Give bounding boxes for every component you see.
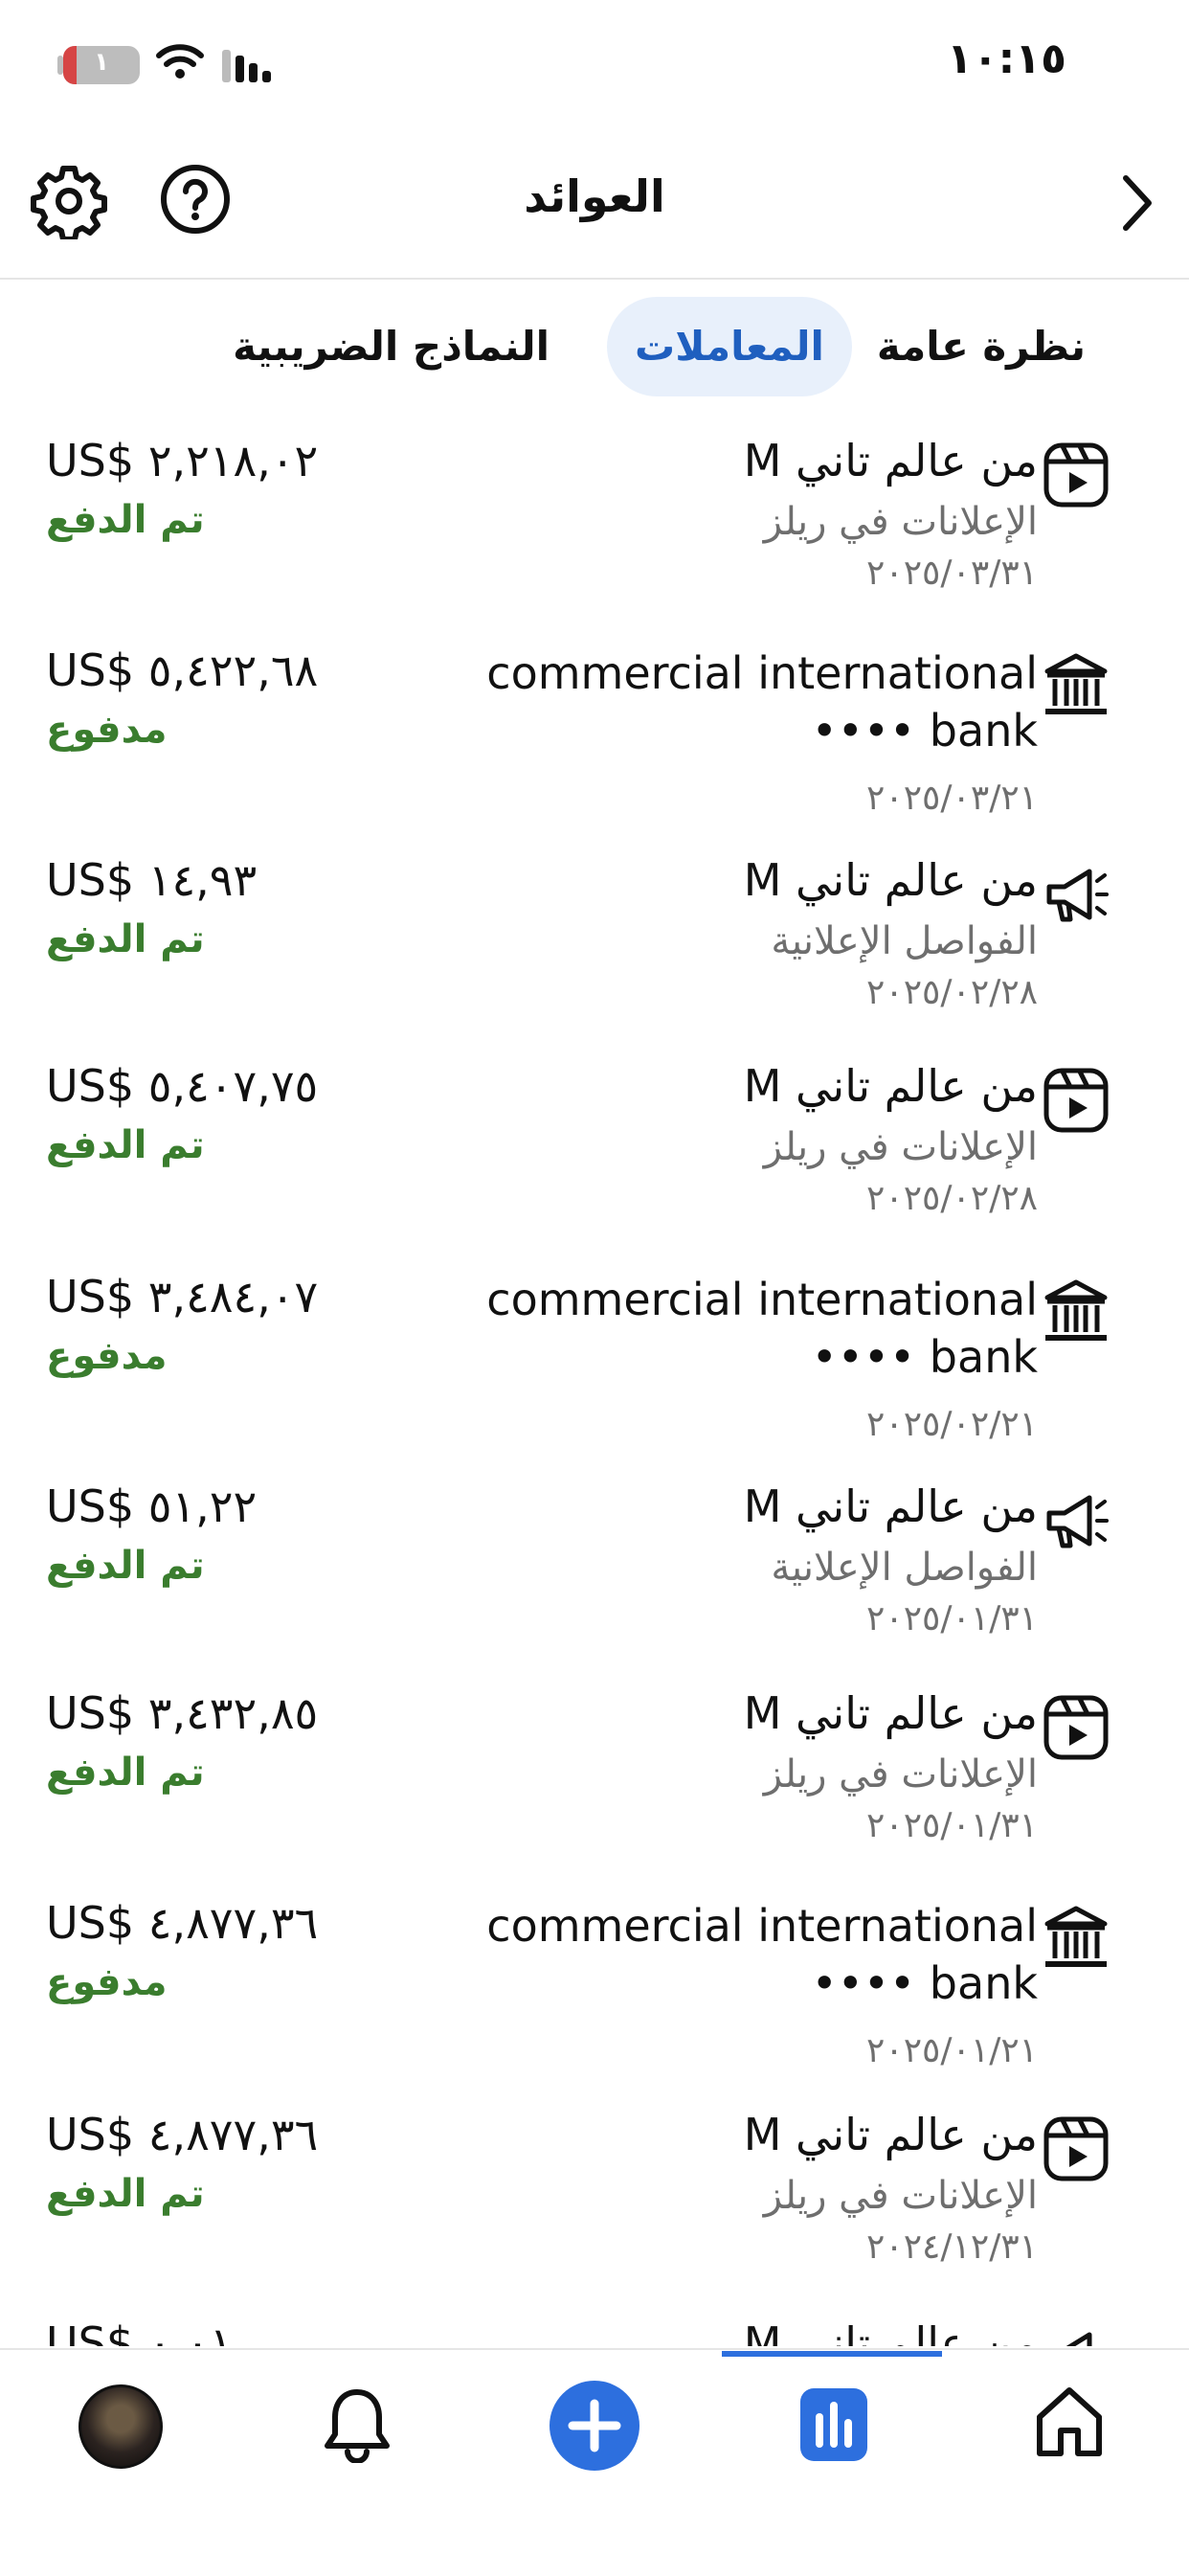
transaction-date: ٢٠٢٥/٠١/٢١ bbox=[866, 2031, 1038, 2070]
bank-name: commercial international bbox=[486, 1900, 1038, 1952]
transaction-subtitle: الإعلانات في ريلز bbox=[763, 1125, 1038, 1169]
transaction-date: ٢٠٢٥/٠١/٣١ bbox=[866, 1599, 1038, 1638]
transaction-amount: US$ ١٤,٩٣ bbox=[46, 854, 258, 906]
bank-name: commercial international bbox=[486, 1274, 1038, 1325]
reels-icon bbox=[1043, 2116, 1109, 2181]
transaction-amount: US$ ٣,٤٣٢,٨٥ bbox=[46, 1687, 319, 1739]
transaction-title: من عالم تاني M bbox=[743, 1060, 1038, 1112]
battery-level: ١ bbox=[94, 48, 109, 77]
transaction-title: من عالم تاني M bbox=[743, 435, 1038, 486]
transaction-row[interactable]: commercial international •••• bank ٢٠٢٥/… bbox=[0, 621, 1189, 832]
transaction-row[interactable]: من عالم تاني M الإعلانات في ريلز ٢٠٢٥/٠١… bbox=[0, 1664, 1189, 1875]
wifi-icon bbox=[156, 44, 204, 79]
megaphone-icon bbox=[1046, 869, 1109, 922]
plus-icon bbox=[568, 2399, 621, 2452]
transaction-subtitle: الفواصل الإعلانية bbox=[771, 919, 1038, 963]
transaction-amount: US$ ٢,٢١٨,٠٢ bbox=[46, 435, 319, 486]
transaction-subtitle: الإعلانات في ريلز bbox=[763, 2174, 1038, 2218]
profile-avatar[interactable] bbox=[79, 2384, 163, 2469]
transaction-title: commercial international •••• bank bbox=[425, 1271, 1038, 1386]
insights-tab[interactable] bbox=[800, 2388, 867, 2461]
transaction-date: ٢٠٢٥/٠٢/٢٨ bbox=[866, 973, 1038, 1012]
reels-icon bbox=[1043, 1068, 1109, 1133]
bank-icon bbox=[1044, 653, 1108, 714]
status-label: تم الدفع bbox=[46, 1544, 205, 1588]
reels-icon bbox=[1043, 442, 1109, 508]
transaction-title: من عالم تاني M bbox=[743, 1480, 1038, 1532]
transaction-row[interactable]: commercial international •••• bank ٢٠٢٥/… bbox=[0, 1248, 1189, 1458]
bar-chart-icon bbox=[816, 2402, 852, 2448]
bank-account: •••• bank bbox=[811, 1331, 1038, 1383]
bell-icon[interactable] bbox=[322, 2384, 393, 2463]
transaction-title: من عالم تاني M bbox=[743, 1687, 1038, 1739]
transactions-list: من عالم تاني M الإعلانات في ريلز ٢٠٢٥/٠٣… bbox=[0, 412, 1189, 2346]
reels-icon bbox=[1043, 1695, 1109, 1760]
page-title: العوائد bbox=[524, 170, 665, 222]
transaction-title: commercial international •••• bank bbox=[425, 644, 1038, 759]
bank-account: •••• bank bbox=[811, 1957, 1038, 2009]
transaction-row[interactable]: من عالم تاني M الإعلانات في ريلز ٢٠٢٤/١٢… bbox=[0, 2086, 1189, 2296]
tab-tax-forms[interactable]: النماذج الضريبية bbox=[233, 297, 550, 396]
transaction-amount: US$ ٥,٤٢٢,٦٨ bbox=[46, 644, 319, 696]
status-label: تم الدفع bbox=[46, 1123, 205, 1167]
signal-icon bbox=[222, 50, 271, 82]
bank-name: commercial international bbox=[486, 647, 1038, 699]
transaction-amount: US$ ٥١,٢٢ bbox=[46, 1480, 258, 1532]
transaction-amount: US$ ٠,٠١ bbox=[46, 2317, 234, 2346]
transaction-row[interactable]: من عالم تاني M الفواصل الإعلانية ٢٠٢٥/٠١… bbox=[0, 1457, 1189, 1668]
status-time: ١٠:١٥ bbox=[946, 34, 1066, 83]
megaphone-icon bbox=[1046, 1495, 1109, 1548]
transaction-date: ٢٠٢٥/٠٣/٢١ bbox=[866, 779, 1038, 818]
transaction-row[interactable]: من عالم تاني M الإعلانات في ريلز ٢٠٢٥/٠٢… bbox=[0, 1037, 1189, 1248]
scroll-indicator bbox=[722, 2351, 942, 2357]
transaction-amount: US$ ٣,٤٨٤,٠٧ bbox=[46, 1271, 319, 1322]
transaction-date: ٢٠٢٥/٠٢/٢٨ bbox=[866, 1179, 1038, 1218]
transaction-amount: US$ ٤,٨٧٧,٣٦ bbox=[46, 2109, 319, 2160]
status-label: مدفوع bbox=[46, 1334, 168, 1378]
transaction-amount: US$ ٥,٤٠٧,٧٥ bbox=[46, 1060, 319, 1112]
status-label: مدفوع bbox=[46, 1960, 168, 2004]
tab-transactions[interactable]: المعاملات bbox=[607, 297, 852, 396]
transaction-row-partial[interactable]: من عالم تاني M US$ ٠,٠١ bbox=[0, 2294, 1189, 2346]
chevron-right-icon[interactable] bbox=[1118, 172, 1156, 234]
transaction-row[interactable]: من عالم تاني M الفواصل الإعلانية ٢٠٢٥/٠٢… bbox=[0, 831, 1189, 1042]
home-icon[interactable] bbox=[1034, 2384, 1105, 2459]
transaction-subtitle: الإعلانات في ريلز bbox=[763, 1752, 1038, 1796]
transaction-row[interactable]: commercial international •••• bank ٢٠٢٥/… bbox=[0, 1874, 1189, 2085]
transaction-date: ٢٠٢٥/٠١/٣١ bbox=[866, 1806, 1038, 1845]
transaction-subtitle: الإعلانات في ريلز bbox=[763, 500, 1038, 544]
tab-bar: نظرة عامة المعاملات النماذج الضريبية bbox=[0, 297, 1189, 397]
status-label: تم الدفع bbox=[46, 498, 205, 542]
transaction-date: ٢٠٢٤/١٢/٣١ bbox=[866, 2227, 1038, 2267]
transaction-amount: US$ ٤,٨٧٧,٣٦ bbox=[46, 1897, 319, 1949]
bottom-nav bbox=[0, 2348, 1189, 2576]
status-bar: ١ ١٠:١٥ bbox=[0, 0, 1189, 124]
status-label: تم الدفع bbox=[46, 2172, 205, 2216]
transaction-date: ٢٠٢٥/٠٣/٣١ bbox=[866, 554, 1038, 593]
transaction-subtitle: الفواصل الإعلانية bbox=[771, 1546, 1038, 1590]
create-button[interactable] bbox=[550, 2381, 639, 2471]
transaction-title: من عالم تاني M bbox=[743, 2317, 1038, 2346]
transaction-title: من عالم تاني M bbox=[743, 854, 1038, 906]
bank-icon bbox=[1044, 1906, 1108, 1967]
transaction-row[interactable]: من عالم تاني M الإعلانات في ريلز ٢٠٢٥/٠٣… bbox=[0, 412, 1189, 622]
status-label: تم الدفع bbox=[46, 1751, 205, 1795]
transaction-title: commercial international •••• bank bbox=[425, 1897, 1038, 2012]
bank-account: •••• bank bbox=[811, 705, 1038, 757]
status-label: مدفوع bbox=[46, 708, 168, 752]
bank-icon bbox=[1044, 1279, 1108, 1341]
battery-icon: ١ bbox=[63, 46, 140, 84]
megaphone-icon bbox=[1066, 2332, 1092, 2346]
transaction-date: ٢٠٢٥/٠٢/٢١ bbox=[866, 1405, 1038, 1444]
status-label: تم الدفع bbox=[46, 917, 205, 961]
tab-overview[interactable]: نظرة عامة bbox=[877, 297, 1086, 396]
header-bar: العوائد bbox=[0, 144, 1189, 280]
transaction-title: من عالم تاني M bbox=[743, 2109, 1038, 2160]
